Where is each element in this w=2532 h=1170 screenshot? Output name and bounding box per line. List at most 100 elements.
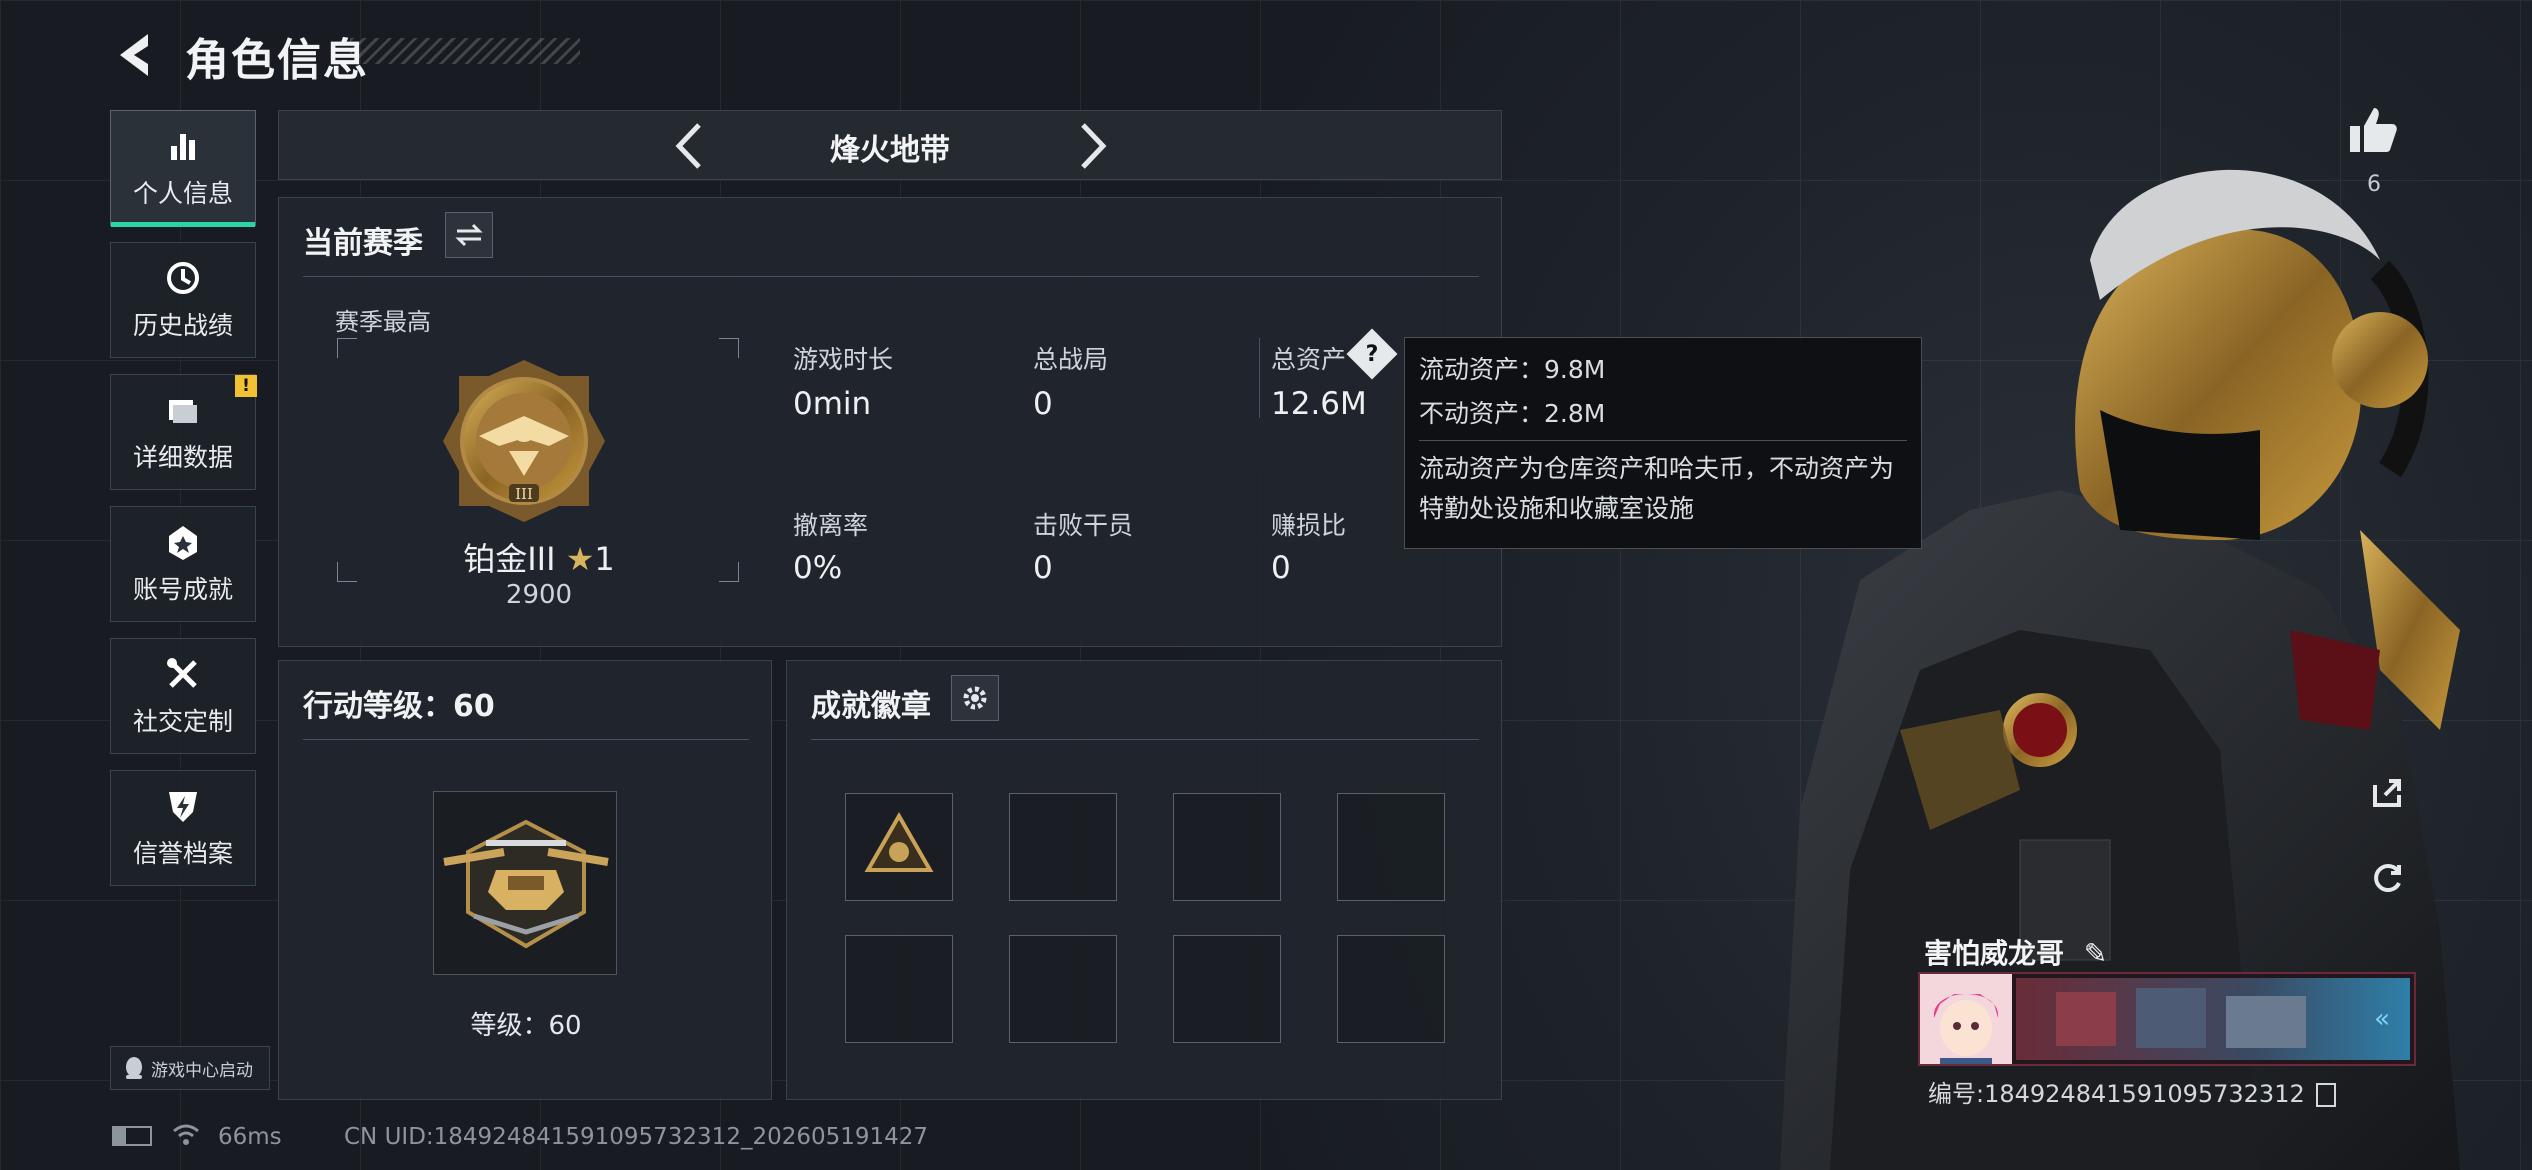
achievement-badges-panel: 成就徽章 — [786, 660, 1502, 1100]
achievement-slot[interactable] — [1337, 935, 1445, 1043]
double-chevron-icon: « — [2374, 1004, 2390, 1034]
swap-season-button[interactable] — [445, 212, 493, 258]
asset-tooltip: 流动资产：9.8M 不动资产：2.8M 流动资产为仓库资产和哈夫币，不动资产为特… — [1404, 337, 1922, 549]
rank-line: 铂金III ★1 — [279, 534, 799, 580]
share-icon — [2373, 779, 2401, 807]
achievement-slot[interactable] — [1173, 793, 1281, 901]
platinum-rank-emblem: III — [443, 360, 605, 522]
title-decoration — [350, 38, 580, 64]
player-name-row: 害怕威龙哥 ✎ — [1924, 932, 2107, 972]
avatar-image — [1933, 994, 1999, 1064]
action-level-panel: 行动等级：60 等级：60 — [278, 660, 772, 1100]
folder-icon — [169, 400, 197, 423]
clock-history-icon — [167, 262, 199, 294]
achievement-slot[interactable] — [1009, 935, 1117, 1043]
nav-credit-record[interactable]: 信誉档案 — [110, 770, 256, 886]
helicopter-level-badge — [443, 819, 609, 949]
player-name: 害怕威龙哥 — [1924, 937, 2065, 970]
achievement-badge-icon — [169, 526, 197, 560]
level-label: 等级：60 — [470, 1011, 582, 1041]
current-season-panel: 当前赛季 赛季最高 III 铂金III ★1 2900 游戏时长 0min 总战… — [278, 197, 1502, 647]
tooltip-description: 流动资产为仓库资产和哈夫币，不动资产为特勤处设施和收藏室设施 — [1419, 454, 1895, 523]
banner-decoration — [2056, 992, 2116, 1046]
rank-name: 铂金III — [463, 540, 556, 578]
player-id: 编号:1849248415910957323​12 — [1928, 1080, 2305, 1108]
player-card[interactable]: « — [1918, 972, 2416, 1066]
ping-latency: 66ms — [218, 1124, 282, 1150]
achievement-slot[interactable] — [845, 793, 953, 901]
tooltip-liquid-assets: 流动资产：9.8M — [1419, 355, 1606, 384]
divider — [1419, 440, 1907, 441]
like-count: 6 — [2367, 172, 2381, 197]
stat-label: 总战局 — [1033, 345, 1109, 374]
emblem-roman-numeral: III — [515, 485, 533, 503]
nav-history[interactable]: 历史战绩 — [110, 242, 256, 358]
achievement-slot[interactable] — [1009, 793, 1117, 901]
divider — [303, 739, 749, 740]
nav-label: 历史战绩 — [132, 311, 233, 340]
action-level-title: 行动等级：60 — [303, 689, 495, 724]
season-title: 当前赛季 — [303, 226, 423, 261]
nav-personal-info[interactable]: 个人信息 — [110, 110, 256, 227]
divider — [811, 739, 1479, 740]
nav-label: 信誉档案 — [132, 839, 233, 868]
rank-score: 2900 — [505, 580, 573, 610]
tooltip-fixed-assets: 不动资产：2.8M — [1419, 399, 1606, 428]
achievement-slot[interactable] — [1337, 793, 1445, 901]
rotate-button[interactable] — [2362, 852, 2414, 904]
game-mode-name: 烽火地带 — [830, 133, 950, 168]
stat-label: 撤离率 — [793, 511, 869, 540]
nav-account-achievements[interactable]: 账号成就 — [110, 506, 256, 622]
qq-penguin-icon — [126, 1057, 142, 1079]
stat-value: 0 — [1271, 550, 1291, 586]
nav-label: 社交定制 — [132, 707, 233, 736]
achievement-settings-button[interactable] — [951, 675, 999, 721]
page-title: 角色信息 — [185, 35, 369, 86]
level-badge-frame — [433, 791, 617, 975]
stat-label: 总资产 — [1271, 345, 1347, 374]
game-mode-selector: 烽火地带 — [278, 110, 1502, 180]
stat-label: 赚损比 — [1271, 511, 1347, 540]
nav-label: 详细数据 — [132, 443, 233, 472]
season-best-label: 赛季最高 — [335, 308, 431, 336]
thumbs-up-icon[interactable] — [2346, 104, 2400, 158]
battery-icon — [112, 1126, 152, 1146]
bar-chart-icon — [171, 134, 195, 160]
copy-icon[interactable] — [2316, 1083, 2337, 1107]
star-icon: ★ — [565, 540, 595, 578]
shield-lightning-icon — [169, 792, 197, 822]
achievement-slot[interactable] — [1173, 935, 1281, 1043]
stat-value: 0 — [1033, 386, 1053, 422]
game-center-launch-button[interactable]: 游戏中心启动 — [110, 1046, 270, 1090]
rotate-refresh-icon — [2374, 864, 2401, 892]
stat-value: 12.6M — [1271, 386, 1367, 422]
back-arrow-icon[interactable] — [112, 30, 156, 80]
nav-detailed-data[interactable]: ! 详细数据 — [110, 374, 257, 490]
game-center-label: 游戏中心启动 — [151, 1060, 253, 1081]
stat-value: 0% — [793, 550, 843, 586]
edit-pencil-icon[interactable]: ✎ — [2084, 937, 2107, 970]
nav-label: 账号成就 — [132, 575, 233, 604]
banner-decoration — [2136, 988, 2206, 1048]
achievements-title: 成就徽章 — [811, 689, 931, 724]
rank-stars: 1 — [594, 540, 615, 578]
card-banner: « — [2016, 978, 2410, 1060]
wifi-icon — [173, 1124, 199, 1145]
wrench-screwdriver-icon — [167, 658, 197, 688]
divider — [303, 276, 1479, 277]
nav-label: 个人信息 — [132, 179, 233, 208]
stat-value: 0min — [793, 386, 872, 422]
stat-value: 0 — [1033, 550, 1053, 586]
help-question-mark: ? — [1365, 342, 1379, 367]
stat-label: 游戏时长 — [793, 345, 894, 374]
warning-badge: ! — [235, 375, 257, 397]
share-button[interactable] — [2362, 766, 2414, 818]
gear-icon — [963, 686, 987, 710]
swap-arrows-icon — [455, 223, 483, 247]
cn-uid: CN UID:184924841591095732312_20260519142… — [344, 1124, 929, 1150]
nav-social-custom[interactable]: 社交定制 — [110, 638, 256, 754]
achievement-slot[interactable] — [845, 935, 953, 1043]
stat-label: 击败干员 — [1033, 511, 1134, 540]
divider — [1259, 338, 1260, 418]
chevron-right-icon[interactable] — [1073, 121, 1113, 171]
